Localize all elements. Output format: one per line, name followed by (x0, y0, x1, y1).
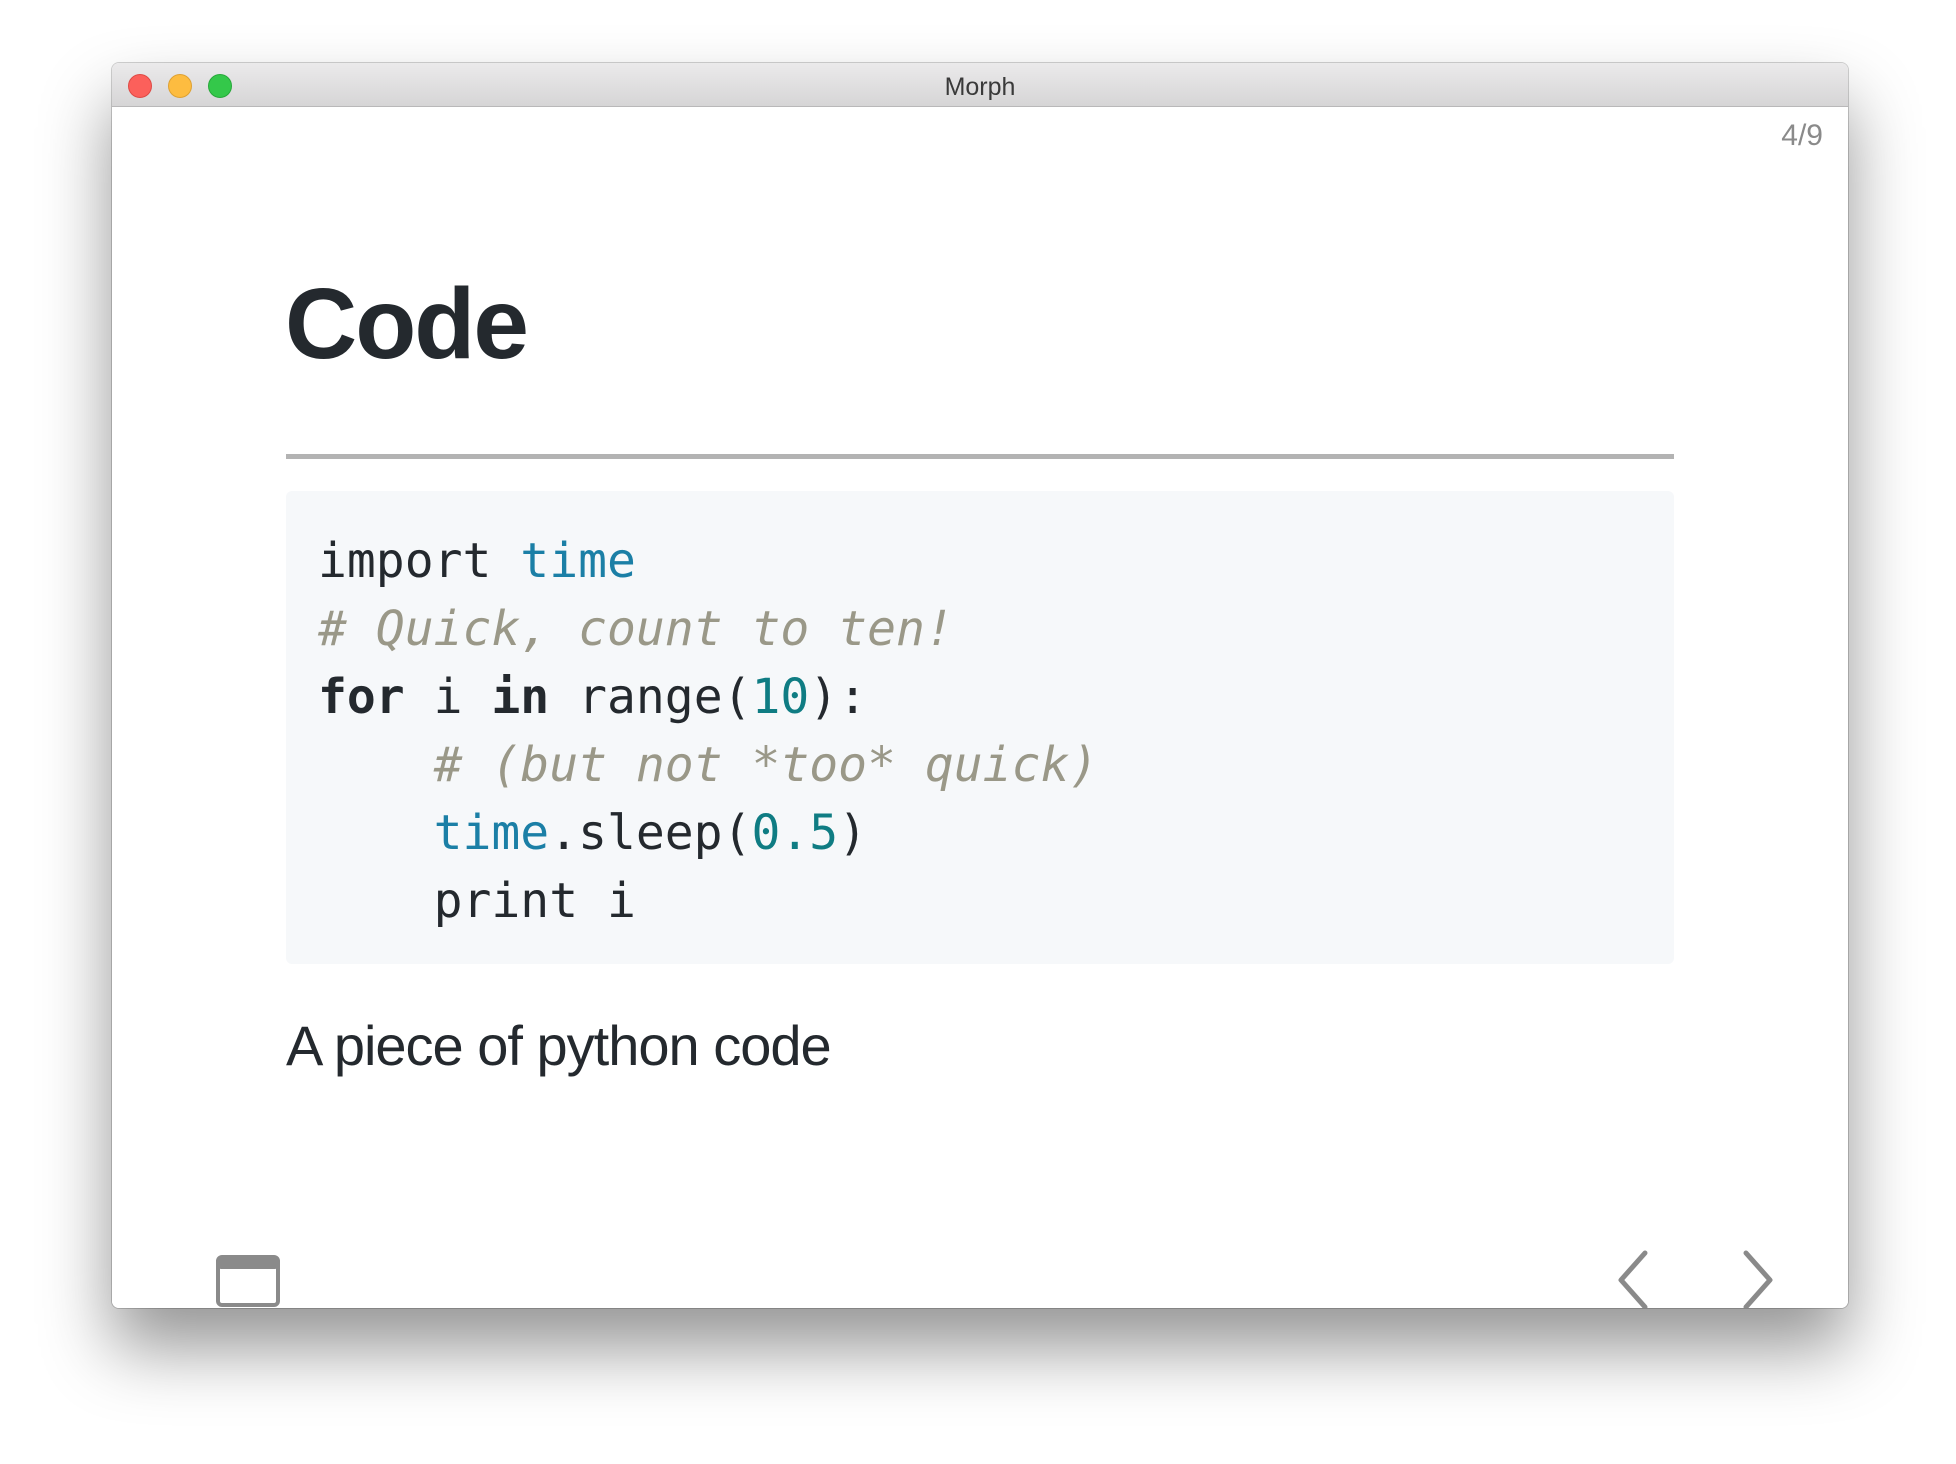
title-divider (286, 454, 1674, 459)
slide-area: 4/9 Code import time # Quick, count to te… (112, 107, 1848, 1308)
slide-caption: A piece of python code (286, 1014, 832, 1077)
chevron-right-icon (1743, 1250, 1773, 1308)
title-bar[interactable]: Morph (112, 63, 1848, 107)
code-token: in (491, 669, 550, 725)
code-token: 0.5 (751, 805, 839, 861)
next-slide-button[interactable] (1732, 1247, 1782, 1308)
code-block: import time # Quick, count to ten! for i i… (286, 491, 1674, 964)
code-token: ) (838, 805, 868, 861)
code-token: print i (433, 873, 636, 929)
code-line: # Quick, count to ten! (318, 595, 1674, 663)
code-token: for (318, 669, 405, 725)
code-line: # (but not *too* quick) (318, 731, 1674, 799)
code-token: import (318, 533, 521, 589)
code-token: i (404, 669, 492, 725)
code-token: ): (809, 669, 868, 725)
window-toggle-icon (216, 1255, 280, 1307)
slide-title: Code (285, 268, 529, 380)
previous-slide-button[interactable] (1609, 1247, 1659, 1308)
code-token: time (520, 533, 636, 589)
chevron-left-icon (1618, 1250, 1648, 1308)
code-token: range( (549, 669, 752, 725)
code-line: print i (318, 867, 1674, 935)
window-title: Morph (944, 73, 1016, 101)
code-line: time.sleep(0.5) (318, 799, 1674, 867)
code-token: .sleep( (549, 805, 752, 861)
code-line: import time (318, 527, 1674, 595)
app-window: Morph 4/9 Code import time # Quick, count… (112, 63, 1848, 1308)
code-token: 10 (751, 669, 810, 725)
code-token: time (433, 805, 550, 861)
code-line: for i in range(10): (318, 663, 1674, 731)
code-token: # (but not *too* quick) (433, 737, 1099, 793)
code-token: # Quick, count to ten! (318, 601, 954, 657)
window-toggle-button[interactable] (216, 1255, 280, 1307)
slide-counter: 4/9 (1781, 119, 1823, 152)
